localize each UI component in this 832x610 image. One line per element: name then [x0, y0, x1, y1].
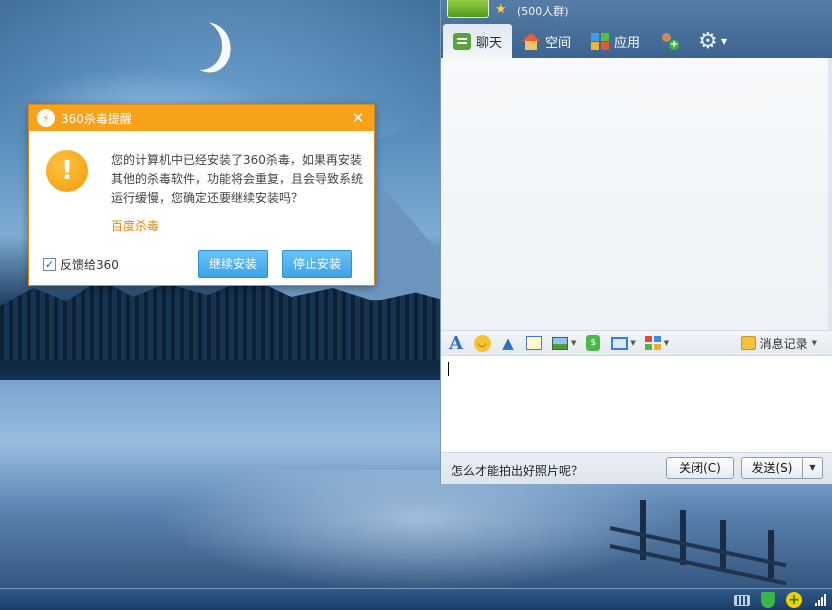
tab-space[interactable]: 空间 [512, 24, 581, 58]
tab-chat[interactable]: 聊天 [443, 24, 513, 58]
text-caret [448, 362, 449, 376]
feedback-label: 反馈给360 [60, 258, 119, 272]
image-icon [552, 336, 568, 350]
tab-apps-label: 应用 [614, 35, 641, 51]
group-member-count: (500人群) [517, 5, 569, 18]
send-options-dropdown[interactable]: ▼ [803, 457, 823, 479]
antivirus-alert-dialog: ⚡ 360杀毒提醒 ✕ ! 您的计算机中已经安装了360杀毒，如果再安装其他的杀… [28, 104, 375, 286]
close-button[interactable]: 关闭(C) [666, 457, 734, 479]
gift-button[interactable]: $ [584, 334, 602, 352]
alert-message: 您的计算机中已经安装了360杀毒，如果再安装其他的杀毒软件，功能将会重复，且会导… [111, 153, 364, 205]
settings-menu-button[interactable]: ⚙ ▼ [688, 24, 737, 58]
history-icon [740, 336, 756, 350]
smiley-icon: ◡ [473, 334, 491, 352]
gift-bag-icon: $ [586, 335, 601, 351]
chevron-down-icon: ▼ [721, 36, 728, 46]
more-apps-button[interactable]: ▼ [644, 334, 669, 352]
tab-chat-label: 聊天 [476, 35, 503, 51]
chevron-down-icon: ▼ [663, 339, 670, 347]
chat-footer: 怎么才能拍出好照片呢？ 关闭(C) 发送(S) ▼ [441, 452, 832, 484]
star-icon: ★ [495, 2, 507, 17]
add-member-button[interactable] [650, 24, 688, 58]
qq-group-chat-window: ★ (500人群) 聊天 空间 应用 ⚙ ▼ [440, 0, 832, 484]
apps-icon [591, 32, 610, 50]
chevron-down-icon: ▼ [630, 339, 636, 347]
chat-tabs: 聊天 空间 应用 ⚙ ▼ [441, 24, 737, 58]
input-toolbar: A ◡ ▲ ▼ $ ▼ ▼ 消息记录 ▼ [441, 330, 832, 356]
message-history-button[interactable]: 消息记录 ▼ [740, 335, 817, 352]
home-icon [522, 32, 541, 50]
message-history-area[interactable] [441, 58, 832, 330]
font-icon: A [449, 332, 463, 354]
alert-titlebar: ⚡ 360杀毒提醒 ✕ [29, 105, 374, 131]
system-tray: + [734, 591, 828, 609]
shake-button[interactable]: ▲ [499, 334, 517, 352]
wooden-fence [520, 500, 820, 586]
font-button[interactable]: A [447, 332, 465, 354]
warning-icon: ! [46, 150, 88, 192]
shield-icon[interactable] [760, 592, 776, 608]
chevron-down-icon: ▼ [811, 339, 817, 347]
feedback-checkbox[interactable]: ✓ 反馈给360 [43, 256, 119, 273]
message-input[interactable] [441, 356, 832, 452]
note-button[interactable] [525, 334, 543, 352]
gear-icon: ⚙ [698, 28, 718, 54]
checkbox-checked-icon[interactable]: ✓ [43, 258, 56, 271]
tip-link[interactable]: 怎么才能拍出好照片呢？ [451, 462, 583, 479]
note-icon [526, 336, 542, 350]
taskbar: + [0, 588, 832, 610]
baidu-antivirus-link[interactable]: 百度杀毒 [111, 217, 159, 234]
bell-icon: ▲ [502, 334, 514, 352]
keyboard-icon[interactable] [734, 592, 750, 608]
tab-apps[interactable]: 应用 [581, 24, 650, 58]
more-apps-icon [644, 336, 661, 350]
group-avatar[interactable] [447, 0, 489, 18]
chevron-down-icon: ▼ [571, 339, 577, 347]
tab-space-label: 空间 [545, 35, 572, 51]
plus-icon[interactable]: + [786, 592, 802, 608]
image-button[interactable]: ▼ [551, 334, 576, 352]
history-label: 消息记录 [759, 336, 808, 351]
add-user-icon [660, 32, 680, 50]
stop-install-button[interactable]: 停止安装 [282, 250, 352, 278]
chat-icon [453, 32, 471, 50]
send-button[interactable]: 发送(S) [741, 457, 803, 479]
screenshot-icon [610, 336, 628, 350]
360-logo-icon: ⚡ [37, 109, 55, 127]
close-icon[interactable]: ✕ [348, 108, 368, 128]
alert-title: 360杀毒提醒 [61, 111, 132, 126]
continue-install-button[interactable]: 继续安装 [198, 250, 268, 278]
screenshot-button[interactable]: ▼ [610, 334, 636, 352]
chat-header: ★ (500人群) 聊天 空间 应用 ⚙ ▼ [441, 0, 832, 58]
signal-icon[interactable] [812, 592, 828, 608]
emoji-button[interactable]: ◡ [473, 334, 491, 352]
message-scrollbar[interactable] [828, 58, 832, 330]
